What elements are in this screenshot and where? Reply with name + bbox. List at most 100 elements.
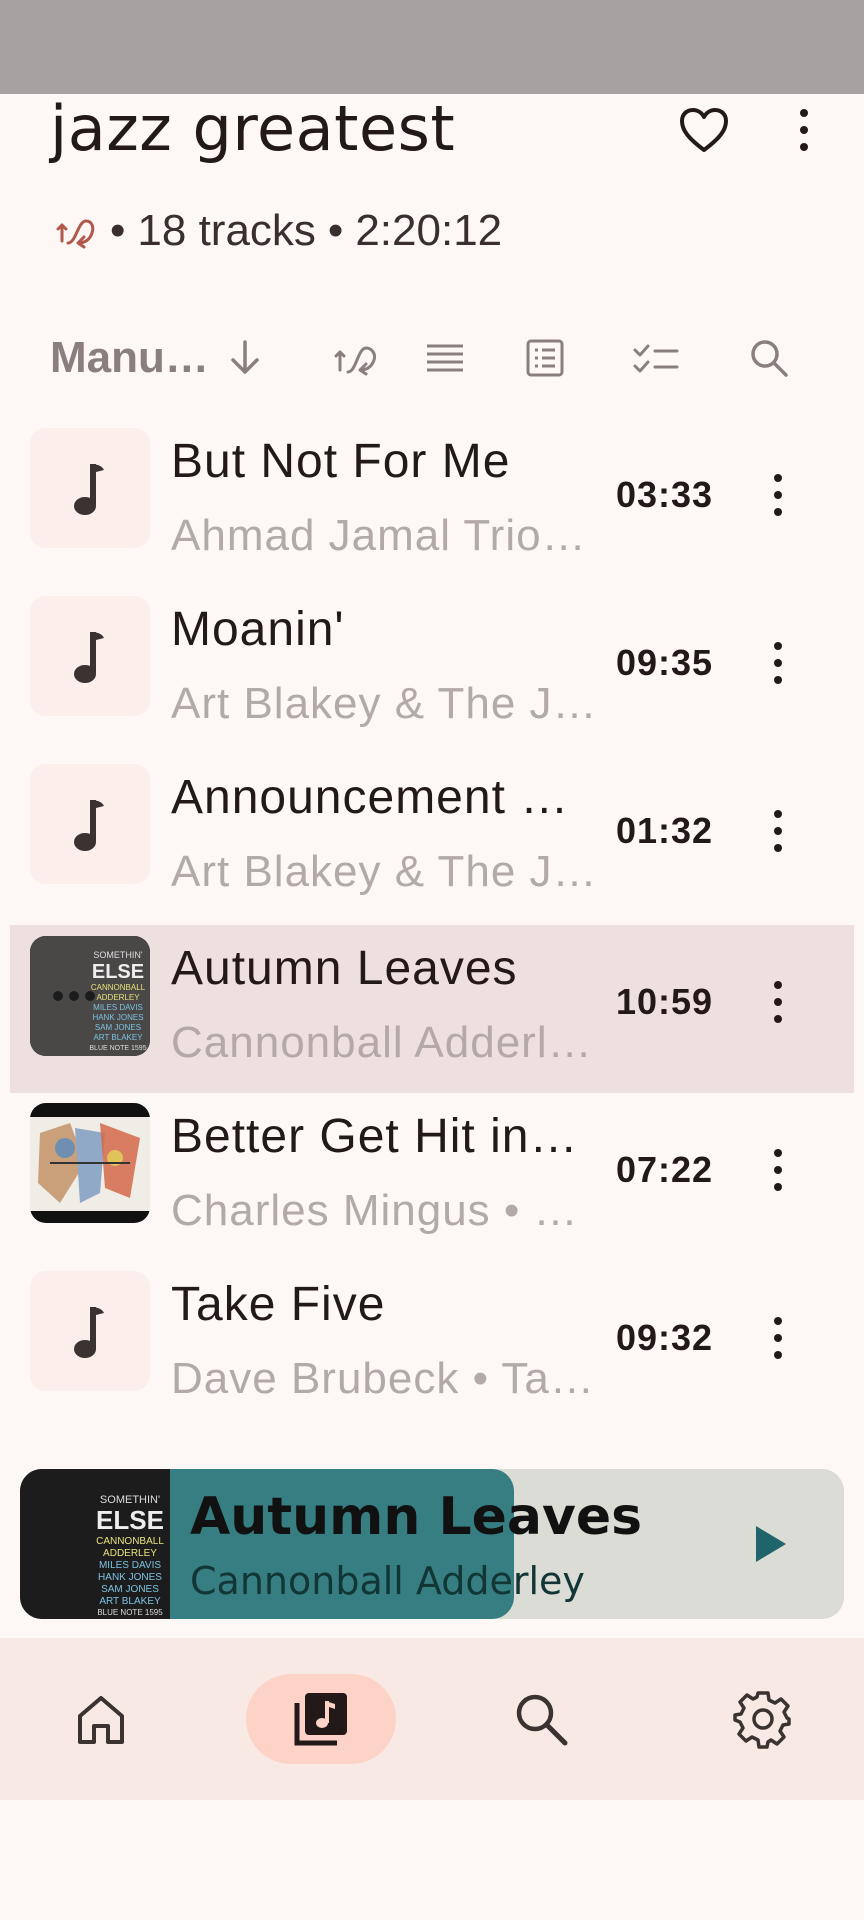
track-count: 18 tracks (137, 206, 316, 255)
track-duration: 03:33 (616, 474, 714, 515)
search-icon (516, 1694, 568, 1746)
playlist-duration: 2:20:12 (355, 206, 503, 255)
track-artist: Art Blakey & The J… (171, 679, 598, 728)
play-icon (756, 1526, 786, 1562)
svg-text:ELSE: ELSE (96, 1505, 164, 1535)
svg-text:ADDERLEY: ADDERLEY (103, 1548, 157, 1559)
select-icon (633, 344, 679, 373)
library-icon (294, 1693, 347, 1746)
playlist-toolbar: Manu… (0, 325, 864, 391)
album-art-image: SOMETHIN' ELSE CANNONBALL ADDERLEY MILES… (20, 1469, 170, 1619)
settings-icon (733, 1691, 791, 1749)
list-view-icon (427, 344, 463, 372)
track-row[interactable]: Better Get Hit in… Charles Mingus • … 07… (10, 1093, 854, 1261)
svg-text:ART BLAKEY: ART BLAKEY (93, 1033, 143, 1042)
track-row[interactable]: Take Five Dave Brubeck • Ta… 09:32 (10, 1261, 854, 1429)
svg-text:MILES DAVIS: MILES DAVIS (93, 1003, 143, 1012)
track-artist: Charles Mingus • … (171, 1186, 579, 1235)
more-vert-icon (774, 1149, 782, 1191)
svg-text:BLUE NOTE 1595: BLUE NOTE 1595 (97, 1608, 163, 1617)
play-button[interactable] (730, 1504, 810, 1584)
track-more-button[interactable] (754, 796, 802, 866)
track-duration: 10:59 (616, 981, 714, 1022)
more-vert-icon (774, 981, 782, 1023)
track-row[interactable]: Announcement … Art Blakey & The J… 01:32 (10, 754, 854, 922)
track-more-button[interactable] (754, 628, 802, 698)
more-vert-icon (774, 810, 782, 852)
more-options-button[interactable] (780, 100, 828, 160)
meta-separator: • (110, 206, 126, 255)
svg-text:CANNONBALL: CANNONBALL (91, 983, 146, 992)
svg-text:HANK JONES: HANK JONES (92, 1013, 143, 1022)
music-note-icon (74, 464, 104, 515)
track-row-current[interactable]: SOMETHIN' ELSE CANNONBALL ADDERLEY MILES… (10, 925, 854, 1093)
track-title: But Not For Me (171, 435, 511, 488)
home-icon (78, 1696, 124, 1744)
sort-direction-button[interactable] (222, 325, 268, 391)
track-more-button[interactable] (754, 967, 802, 1037)
svg-text:CANNONBALL: CANNONBALL (96, 1536, 164, 1547)
music-note-icon (74, 800, 104, 851)
arrow-down-icon (231, 340, 259, 374)
svg-text:ELSE: ELSE (92, 961, 144, 983)
track-thumbnail (30, 764, 150, 884)
svg-text:SOMETHIN': SOMETHIN' (93, 950, 143, 960)
nav-library[interactable] (246, 1674, 396, 1764)
nav-search[interactable] (466, 1674, 616, 1764)
favorite-button[interactable] (674, 100, 734, 160)
track-more-button[interactable] (754, 1135, 802, 1205)
mini-player[interactable]: SOMETHIN' ELSE CANNONBALL ADDERLEY MILES… (20, 1469, 844, 1619)
more-vert-icon (774, 1317, 782, 1359)
more-vert-icon (774, 642, 782, 684)
svg-text:SAM JONES: SAM JONES (101, 1584, 159, 1595)
list-view-button[interactable] (420, 325, 470, 391)
heart-icon (680, 108, 728, 152)
svg-text:BLUE NOTE 1595: BLUE NOTE 1595 (89, 1045, 146, 1052)
select-button[interactable] (630, 325, 682, 391)
track-artist: Dave Brubeck • Ta… (171, 1354, 595, 1403)
shuffle-icon (334, 346, 376, 376)
detail-view-button[interactable] (520, 325, 570, 391)
svg-text:HANK JONES: HANK JONES (98, 1572, 162, 1583)
playlist-meta: • 18 tracks • 2:20:12 (56, 206, 502, 256)
svg-text:SAM JONES: SAM JONES (95, 1023, 141, 1032)
status-bar (0, 0, 864, 94)
music-note-icon (74, 1307, 104, 1358)
music-note-icon (74, 632, 104, 683)
track-more-button[interactable] (754, 460, 802, 530)
track-artist: Cannonball Adderl… (171, 1018, 593, 1067)
detail-view-icon (526, 339, 564, 377)
svg-text:MILES DAVIS: MILES DAVIS (99, 1560, 161, 1571)
track-title: Announcement … (171, 771, 570, 824)
now-playing-title: Autumn Leaves (190, 1487, 643, 1547)
track-more-button[interactable] (754, 1303, 802, 1373)
track-artist: Art Blakey & The J… (171, 847, 598, 896)
track-title: Autumn Leaves (171, 942, 518, 995)
now-playing-artist: Cannonball Adderley (190, 1559, 585, 1603)
mini-player-album-art: SOMETHIN' ELSE CANNONBALL ADDERLEY MILES… (20, 1469, 170, 1619)
sort-order-button[interactable]: Manu… (50, 325, 209, 391)
shuffle-button[interactable] (330, 325, 384, 391)
album-art-image: SOMETHIN' ELSE CANNONBALL ADDERLEY MILES… (30, 936, 150, 1056)
search-playlist-button[interactable] (744, 325, 794, 391)
track-duration: 07:22 (616, 1149, 714, 1190)
search-icon (751, 340, 788, 377)
playlist-header: jazz greatest • 18 tracks • 2:20:12 (0, 94, 864, 304)
track-duration: 09:32 (616, 1317, 714, 1358)
track-title: Take Five (171, 1278, 386, 1331)
nav-home[interactable] (26, 1674, 176, 1764)
bottom-navigation (0, 1638, 864, 1800)
track-artist: Ahmad Jamal Trio… (171, 511, 587, 560)
track-title: Moanin' (171, 603, 345, 656)
track-row[interactable]: Moanin' Art Blakey & The J… 09:35 (10, 586, 854, 754)
track-thumbnail (30, 596, 150, 716)
album-art-image (30, 1103, 150, 1223)
nav-settings[interactable] (688, 1674, 838, 1764)
album-art (30, 1103, 150, 1223)
svg-text:ADDERLEY: ADDERLEY (96, 993, 140, 1002)
more-vert-icon (800, 109, 808, 151)
track-duration: 09:35 (616, 642, 714, 683)
playlist-title: jazz greatest (50, 92, 456, 165)
track-thumbnail (30, 428, 150, 548)
track-row[interactable]: But Not For Me Ahmad Jamal Trio… 03:33 (10, 418, 854, 586)
